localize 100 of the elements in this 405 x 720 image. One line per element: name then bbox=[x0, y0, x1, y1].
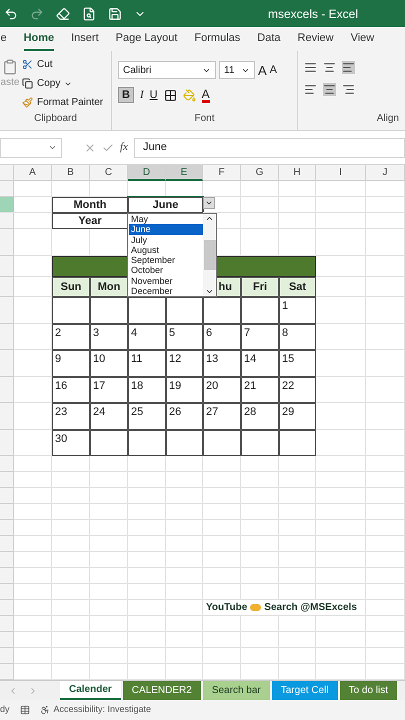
ribbon-tab[interactable]: Formulas bbox=[194, 30, 240, 51]
empty-cell[interactable] bbox=[316, 584, 366, 600]
empty-cell[interactable] bbox=[279, 197, 316, 213]
empty-cell[interactable] bbox=[366, 568, 405, 584]
empty-cell[interactable] bbox=[316, 536, 366, 552]
ribbon-tab[interactable]: Page Layout bbox=[116, 30, 178, 51]
empty-cell[interactable] bbox=[52, 600, 90, 616]
sheet-tab[interactable]: Search bar bbox=[202, 681, 270, 700]
align-center-icon[interactable] bbox=[323, 83, 336, 96]
cut-button[interactable]: Cut bbox=[22, 57, 104, 72]
empty-cell[interactable] bbox=[241, 568, 279, 584]
empty-cell[interactable] bbox=[241, 456, 279, 472]
row-header[interactable] bbox=[0, 277, 14, 297]
eraser-icon[interactable] bbox=[56, 6, 70, 20]
row-header[interactable] bbox=[0, 648, 14, 664]
empty-cell[interactable] bbox=[279, 181, 316, 197]
empty-cell[interactable] bbox=[166, 616, 203, 632]
empty-cell[interactable] bbox=[316, 472, 366, 488]
row-header[interactable] bbox=[0, 632, 14, 648]
empty-cell[interactable] bbox=[203, 504, 241, 520]
empty-cell[interactable] bbox=[203, 488, 241, 504]
column-header[interactable]: E bbox=[166, 165, 203, 181]
grow-font-button[interactable]: A bbox=[258, 64, 267, 76]
row-header[interactable] bbox=[0, 472, 14, 488]
empty-cell[interactable] bbox=[52, 632, 90, 648]
empty-cell[interactable] bbox=[90, 488, 128, 504]
empty-cell[interactable] bbox=[128, 536, 166, 552]
empty-cell[interactable] bbox=[90, 504, 128, 520]
empty-cell[interactable] bbox=[366, 552, 405, 568]
empty-cell[interactable] bbox=[203, 456, 241, 472]
empty-cell[interactable] bbox=[203, 648, 241, 664]
empty-cell[interactable] bbox=[366, 600, 405, 616]
column-header[interactable]: G bbox=[241, 165, 279, 181]
empty-cell[interactable] bbox=[366, 536, 405, 552]
empty-cell[interactable] bbox=[90, 552, 128, 568]
align-left-icon[interactable] bbox=[304, 83, 317, 96]
empty-cell[interactable] bbox=[316, 520, 366, 536]
empty-cell[interactable] bbox=[279, 488, 316, 504]
empty-cell[interactable] bbox=[316, 430, 366, 456]
empty-cell[interactable] bbox=[316, 552, 366, 568]
empty-cell[interactable] bbox=[241, 536, 279, 552]
empty-cell[interactable] bbox=[316, 350, 366, 376]
empty-cell[interactable] bbox=[279, 456, 316, 472]
empty-cell[interactable] bbox=[128, 568, 166, 584]
empty-cell[interactable] bbox=[316, 616, 366, 632]
underline-button[interactable]: U bbox=[150, 87, 158, 104]
dropdown-option[interactable]: October bbox=[129, 265, 203, 276]
empty-cell[interactable] bbox=[52, 616, 90, 632]
print-preview-icon[interactable] bbox=[82, 6, 96, 20]
font-name-field[interactable]: Calibri bbox=[118, 61, 216, 79]
formula-field[interactable]: June bbox=[134, 138, 405, 158]
empty-cell[interactable] bbox=[90, 648, 128, 664]
empty-cell[interactable] bbox=[52, 536, 90, 552]
empty-cell[interactable] bbox=[316, 324, 366, 350]
ribbon-tab[interactable]: View bbox=[350, 30, 374, 51]
dropdown-option[interactable]: November bbox=[129, 276, 203, 286]
empty-cell[interactable] bbox=[52, 472, 90, 488]
empty-cell[interactable] bbox=[128, 632, 166, 648]
empty-cell[interactable] bbox=[166, 520, 203, 536]
empty-cell[interactable] bbox=[166, 568, 203, 584]
empty-cell[interactable] bbox=[279, 632, 316, 648]
empty-cell[interactable] bbox=[128, 600, 166, 616]
empty-cell[interactable] bbox=[366, 456, 405, 472]
empty-cell[interactable] bbox=[166, 488, 203, 504]
empty-cell[interactable] bbox=[279, 568, 316, 584]
empty-cell[interactable] bbox=[241, 584, 279, 600]
sheet-tab[interactable]: To do list bbox=[340, 681, 398, 700]
empty-cell[interactable] bbox=[366, 256, 405, 277]
empty-cell[interactable] bbox=[279, 536, 316, 552]
scroll-up-icon[interactable] bbox=[205, 214, 214, 223]
empty-cell[interactable] bbox=[241, 472, 279, 488]
empty-cell[interactable] bbox=[52, 552, 90, 568]
empty-cell[interactable] bbox=[166, 584, 203, 600]
row-header[interactable] bbox=[0, 536, 14, 552]
empty-cell[interactable] bbox=[203, 632, 241, 648]
empty-cell[interactable] bbox=[90, 600, 128, 616]
middle-align-icon[interactable] bbox=[323, 61, 336, 74]
empty-cell[interactable] bbox=[128, 472, 166, 488]
empty-cell[interactable] bbox=[90, 181, 128, 197]
empty-cell[interactable] bbox=[128, 520, 166, 536]
empty-cell[interactable] bbox=[366, 616, 405, 632]
empty-cell[interactable] bbox=[366, 324, 405, 350]
empty-cell[interactable] bbox=[366, 504, 405, 520]
dropdown-option[interactable]: September bbox=[129, 255, 203, 266]
promo-cell[interactable]: YouTube Search @MSExcels bbox=[203, 600, 366, 616]
format-painter-button[interactable]: Format Painter bbox=[22, 95, 104, 110]
empty-cell[interactable] bbox=[166, 632, 203, 648]
row-header[interactable] bbox=[0, 229, 14, 256]
empty-cell[interactable] bbox=[241, 213, 279, 229]
empty-cell[interactable] bbox=[166, 456, 203, 472]
row-header[interactable] bbox=[0, 552, 14, 568]
empty-cell[interactable] bbox=[316, 568, 366, 584]
column-header[interactable]: J bbox=[366, 165, 405, 181]
empty-cell[interactable] bbox=[316, 504, 366, 520]
empty-cell[interactable] bbox=[128, 584, 166, 600]
row-header[interactable] bbox=[0, 213, 14, 229]
empty-cell[interactable] bbox=[90, 472, 128, 488]
empty-cell[interactable] bbox=[366, 632, 405, 648]
bottom-align-icon[interactable] bbox=[342, 61, 355, 74]
empty-cell[interactable] bbox=[366, 472, 405, 488]
